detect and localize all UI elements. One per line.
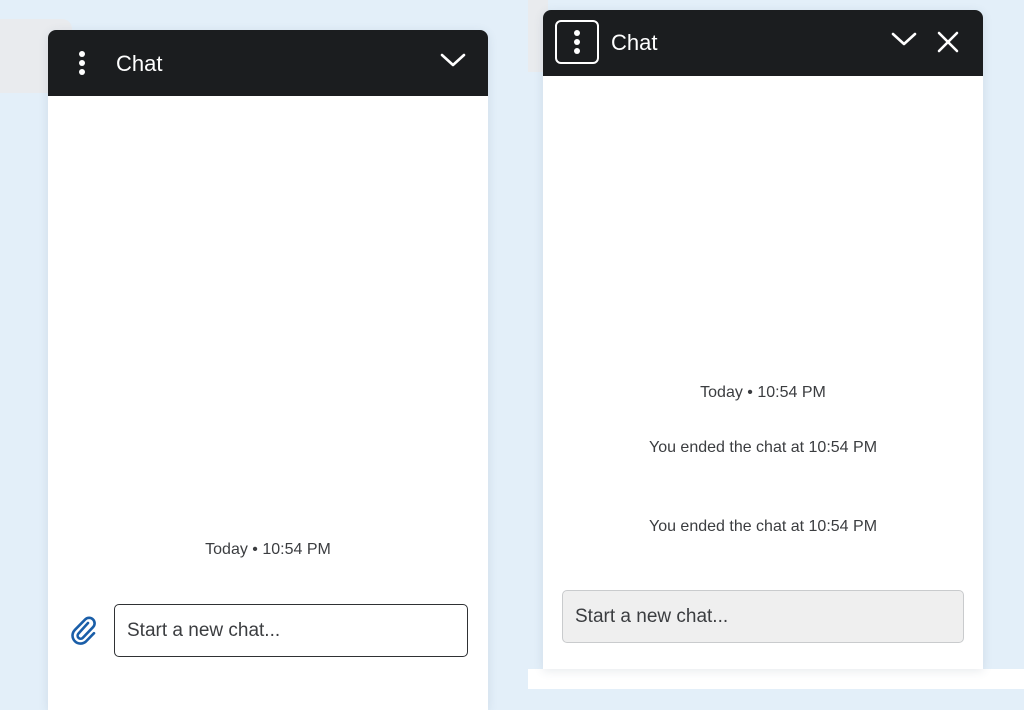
more-vertical-icon bbox=[79, 51, 85, 75]
close-icon bbox=[937, 31, 959, 53]
message-input[interactable] bbox=[114, 604, 468, 657]
system-message: You ended the chat at 10:54 PM bbox=[648, 439, 878, 456]
menu-button[interactable] bbox=[555, 20, 599, 64]
chat-timestamp: Today • 10:54 PM bbox=[700, 384, 826, 401]
more-vertical-icon bbox=[574, 30, 580, 54]
menu-button[interactable] bbox=[70, 46, 94, 80]
background-footer bbox=[528, 669, 1024, 689]
chat-widget-expanded: Chat Today • 10:54 PM bbox=[48, 30, 488, 710]
chat-title: Chat bbox=[116, 51, 163, 76]
collapse-button[interactable] bbox=[438, 45, 468, 75]
paperclip-icon bbox=[71, 616, 96, 645]
message-input[interactable] bbox=[562, 590, 964, 643]
chat-header: Chat bbox=[48, 30, 488, 96]
chat-timestamp: Today • 10:54 PM bbox=[205, 541, 331, 558]
chevron-down-icon bbox=[891, 32, 917, 46]
collapse-button[interactable] bbox=[889, 24, 919, 54]
chat-title: Chat bbox=[611, 30, 658, 55]
attach-button[interactable] bbox=[68, 613, 100, 647]
chevron-down-icon bbox=[440, 53, 466, 67]
chat-header: Chat bbox=[543, 10, 983, 76]
chat-widget-ended: Chat Today • 10:54 PM You ended the chat… bbox=[543, 10, 983, 669]
system-message: You ended the chat at 10:54 PM bbox=[648, 518, 878, 535]
close-button[interactable] bbox=[933, 27, 963, 57]
